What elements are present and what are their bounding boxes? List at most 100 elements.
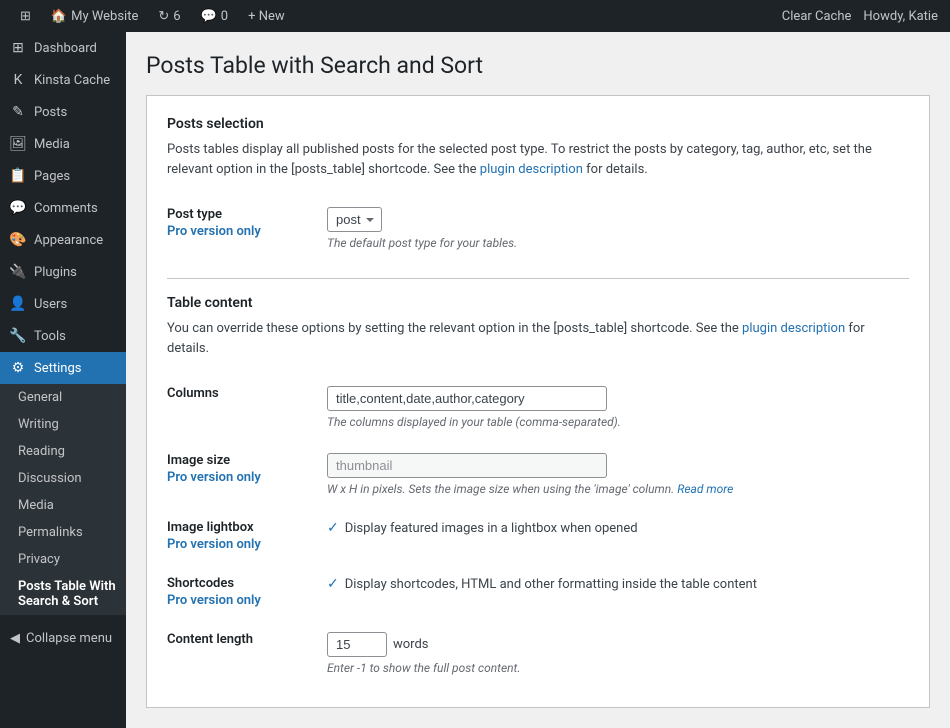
house-icon: 🏠 [51,9,67,24]
sidebar-item-comments[interactable]: 💬 Comments [0,192,126,224]
sidebar-item-media[interactable]: 🖼 Media [0,128,126,160]
admin-bar: ⊞ 🏠 My Website ↻ 6 💬 0 + New Clear Cache… [0,0,950,32]
read-more-link[interactable]: Read more [677,482,733,496]
sidebar-item-users[interactable]: 👤 Users [0,288,126,320]
wp-layout: ⊞ Dashboard K Kinsta Cache ✎ Posts 🖼 Med… [0,32,950,728]
image-size-label: Image size [167,453,230,468]
shortcodes-check-row: ✓ Display shortcodes, HTML and other for… [327,576,909,592]
image-lightbox-pro-link[interactable]: Pro version only [167,537,319,552]
submenu-writing[interactable]: Writing [0,411,126,438]
sidebar-item-pages[interactable]: 📋 Pages [0,160,126,192]
new-button[interactable]: + New [240,0,293,32]
clear-cache-button[interactable]: Clear Cache [782,9,852,24]
columns-label-cell: Columns [167,374,327,441]
columns-help: The columns displayed in your table (com… [327,415,909,429]
settings-icon: ⚙ [10,360,26,376]
sidebar-item-label: Users [34,297,67,312]
columns-input[interactable] [327,386,607,411]
image-lightbox-label: Image lightbox [167,520,254,535]
wp-logo-button[interactable]: ⊞ [12,0,39,32]
plugin-description-link-1[interactable]: plugin description [480,162,583,177]
content-length-row: Content length words Enter -1 to show th… [167,620,909,687]
content-length-help: Enter -1 to show the full post content. [327,661,909,675]
updates-count: 6 [173,9,180,24]
table-content-desc: You can override these options by settin… [167,319,909,358]
main-content: Posts Table with Search and Sort Posts s… [126,32,950,728]
tools-icon: 🔧 [10,328,26,344]
sidebar-item-label: Kinsta Cache [34,73,110,88]
collapse-menu-button[interactable]: ◀ Collapse menu [0,623,126,654]
shortcodes-pro-link[interactable]: Pro version only [167,593,319,608]
post-type-select[interactable]: post [327,207,382,232]
dashboard-icon: ⊞ [10,40,26,56]
comment-icon: 💬 [201,9,217,24]
submenu-media[interactable]: Media [0,492,126,519]
sidebar-item-plugins[interactable]: 🔌 Plugins [0,256,126,288]
content-length-label-cell: Content length [167,620,327,687]
submenu-privacy[interactable]: Privacy [0,546,126,573]
image-size-row: Image size Pro version only W x H in pix… [167,441,909,508]
posts-selection-heading: Posts selection [167,116,909,132]
image-lightbox-help: Display featured images in a lightbox wh… [345,521,638,536]
content-length-input-cell: words Enter -1 to show the full post con… [327,620,909,687]
settings-form: Posts selection Posts tables display all… [146,95,930,708]
plugin-description-link-2[interactable]: plugin description [742,321,845,336]
image-size-help: W x H in pixels. Sets the image size whe… [327,482,909,496]
comments-icon: 💬 [10,200,26,216]
submenu-reading[interactable]: Reading [0,438,126,465]
site-name-button[interactable]: 🏠 My Website [43,0,146,32]
new-label: + New [248,9,285,24]
sidebar-item-dashboard[interactable]: ⊞ Dashboard [0,32,126,64]
post-type-help: The default post type for your tables. [327,236,909,250]
shortcodes-row: Shortcodes Pro version only ✓ Display sh… [167,564,909,620]
image-lightbox-row: Image lightbox Pro version only ✓ Displa… [167,508,909,564]
sidebar-item-label: Appearance [34,233,103,248]
shortcodes-label-cell: Shortcodes Pro version only [167,564,327,620]
sidebar-item-label: Settings [34,361,81,376]
updates-icon: ↻ [158,9,169,24]
media-icon: 🖼 [10,136,26,152]
sidebar-item-tools[interactable]: 🔧 Tools [0,320,126,352]
columns-row: Columns The columns displayed in your ta… [167,374,909,441]
post-type-pro-link[interactable]: Pro version only [167,224,319,239]
post-type-label: Post type [167,207,222,222]
table-content-heading: Table content [167,295,909,311]
users-icon: 👤 [10,296,26,312]
image-size-input-cell: W x H in pixels. Sets the image size whe… [327,441,909,508]
page-title: Posts Table with Search and Sort [146,52,930,79]
sidebar-item-label: Pages [34,169,70,184]
pages-icon: 📋 [10,168,26,184]
image-size-label-cell: Image size Pro version only [167,441,327,508]
image-lightbox-input-cell: ✓ Display featured images in a lightbox … [327,508,909,564]
settings-submenu: General Writing Reading Discussion Media… [0,384,126,615]
sidebar: ⊞ Dashboard K Kinsta Cache ✎ Posts 🖼 Med… [0,32,126,728]
content-length-input[interactable] [327,632,387,657]
submenu-general[interactable]: General [0,384,126,411]
comments-count: 0 [221,9,228,24]
submenu-permalinks[interactable]: Permalinks [0,519,126,546]
submenu-posts-table[interactable]: Posts Table With Search & Sort [0,573,126,615]
shortcodes-help: Display shortcodes, HTML and other forma… [345,577,757,592]
site-name: My Website [71,9,138,24]
columns-label: Columns [167,386,219,401]
submenu-discussion[interactable]: Discussion [0,465,126,492]
sidebar-item-posts[interactable]: ✎ Posts [0,96,126,128]
image-lightbox-label-cell: Image lightbox Pro version only [167,508,327,564]
sidebar-item-appearance[interactable]: 🎨 Appearance [0,224,126,256]
shortcodes-input-cell: ✓ Display shortcodes, HTML and other for… [327,564,909,620]
shortcodes-label: Shortcodes [167,576,234,591]
sidebar-item-settings[interactable]: ⚙ Settings [0,352,126,384]
sidebar-item-label: Plugins [34,265,77,280]
appearance-icon: 🎨 [10,232,26,248]
posts-selection-desc: Posts tables display all published posts… [167,140,909,179]
updates-button[interactable]: ↻ 6 [150,0,188,32]
kinsta-icon: K [10,72,26,88]
image-size-pro-link[interactable]: Pro version only [167,470,319,485]
sidebar-item-label: Dashboard [34,41,97,56]
sidebar-item-kinsta[interactable]: K Kinsta Cache [0,64,126,96]
content-length-input-row: words [327,632,909,657]
content-length-label: Content length [167,632,253,647]
image-size-input[interactable] [327,453,607,478]
words-label: words [393,637,429,652]
comments-button[interactable]: 💬 0 [193,0,237,32]
